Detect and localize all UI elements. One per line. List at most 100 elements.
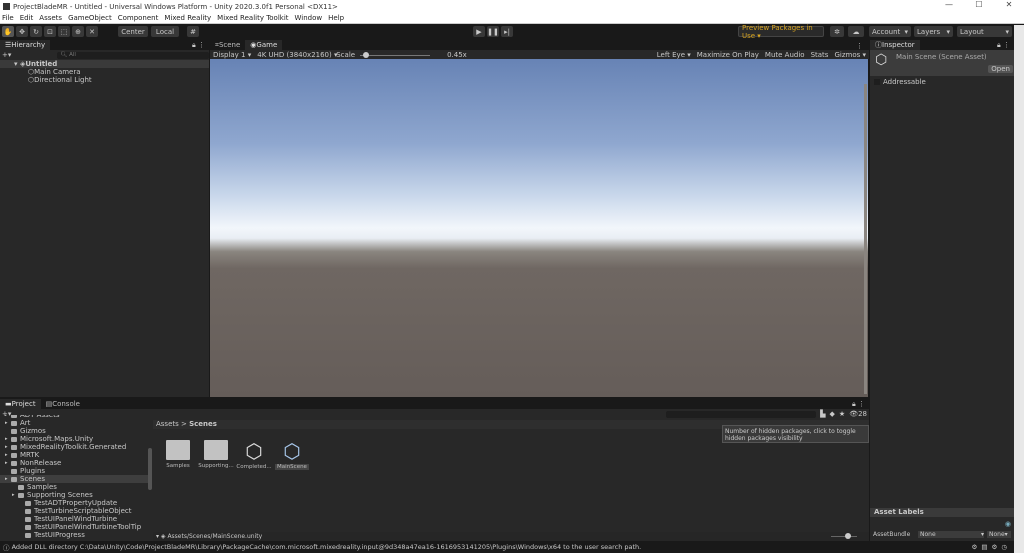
tab-scene[interactable]: ⌗ Scene bbox=[210, 40, 245, 50]
more-icon[interactable]: ⋮ bbox=[856, 42, 869, 50]
folder-icon bbox=[11, 428, 17, 434]
menu-assets[interactable]: Assets bbox=[39, 14, 62, 22]
scene-row[interactable]: ▾ ◈ Untitled bbox=[0, 60, 209, 68]
project-search-input[interactable] bbox=[666, 410, 817, 418]
variant-dropdown[interactable]: None▾ bbox=[987, 531, 1011, 538]
stats-toggle[interactable]: Stats bbox=[808, 51, 832, 59]
project-tree-item[interactable]: ▸ NonRelease bbox=[0, 459, 148, 467]
tab-hierarchy[interactable]: ☰ Hierarchy bbox=[0, 40, 51, 50]
maximize-button[interactable]: ☐ bbox=[964, 0, 994, 9]
mute-audio-toggle[interactable]: Mute Audio bbox=[762, 51, 808, 59]
addressable-checkbox[interactable] bbox=[874, 78, 880, 85]
favorite-icon[interactable]: ★ bbox=[839, 410, 845, 418]
rect-tool-icon[interactable]: ⬚ bbox=[58, 26, 70, 37]
custom-tool-icon[interactable]: ✕ bbox=[86, 26, 98, 37]
display-dropdown[interactable]: Display 1 ▾ bbox=[210, 51, 254, 59]
asset-item[interactable]: ⬡ Completed... bbox=[234, 440, 274, 470]
tree-item-label: MixedRealityToolkit.Generated bbox=[20, 443, 127, 451]
layout-dropdown[interactable]: Layout ▾ bbox=[957, 26, 1012, 37]
grid-snap-icon[interactable]: # bbox=[187, 26, 199, 37]
project-tree-item[interactable]: TestUIPanelWindTurbine bbox=[0, 515, 148, 523]
game-viewport[interactable] bbox=[210, 59, 868, 397]
search-by-label-icon[interactable]: ◆ bbox=[830, 410, 835, 418]
hidden-packages-button[interactable]: 👁︎28 bbox=[849, 410, 867, 418]
variant-value: None bbox=[989, 531, 1005, 538]
collab-icon[interactable]: ✲ bbox=[830, 26, 844, 37]
open-button[interactable]: Open bbox=[988, 65, 1013, 73]
layers-dropdown[interactable]: Layers ▾ bbox=[914, 26, 953, 37]
project-tree-item[interactable]: TestUIProgress bbox=[0, 531, 148, 539]
hand-tool-icon[interactable]: ✋ bbox=[2, 26, 14, 37]
project-tree-item[interactable]: Plugins bbox=[0, 467, 148, 475]
project-tree-item[interactable]: ▸ MRTK bbox=[0, 451, 148, 459]
cloud-icon[interactable]: ☁ bbox=[848, 26, 864, 37]
status-bar[interactable]: ⓘ Added DLL directory C:\Data\Unity\Code… bbox=[0, 541, 1014, 553]
hierarchy-item[interactable]: ⬡ Directional Light bbox=[0, 76, 209, 84]
project-tree-item[interactable]: ▸ Art bbox=[0, 419, 148, 427]
pivot-local-button[interactable]: Local bbox=[151, 26, 179, 37]
gizmos-dropdown[interactable]: Gizmos ▾ bbox=[831, 51, 869, 59]
menu-component[interactable]: Component bbox=[118, 14, 159, 22]
step-button[interactable]: ▸| bbox=[501, 26, 513, 37]
tree-scrollbar[interactable] bbox=[148, 448, 152, 490]
project-tree-item[interactable]: Gizmos bbox=[0, 427, 148, 435]
lock-icon[interactable]: 🔒︎ ⋮ bbox=[852, 400, 869, 409]
hierarchy-item[interactable]: ⬡ Main Camera bbox=[0, 68, 209, 76]
maximize-on-play-toggle[interactable]: Maximize On Play bbox=[694, 51, 762, 59]
minimize-button[interactable]: — bbox=[934, 0, 964, 9]
asset-item[interactable]: ⬡ MainScene bbox=[272, 440, 312, 470]
label-tag-icon[interactable]: ◉ bbox=[1005, 520, 1011, 528]
assetbundle-dropdown[interactable]: None ▾ bbox=[918, 531, 984, 538]
project-tree-item[interactable]: ▸ Scenes bbox=[0, 475, 148, 483]
pause-button[interactable]: ❚❚ bbox=[487, 26, 499, 37]
tab-inspector[interactable]: ⓘ Inspector bbox=[870, 40, 920, 50]
menu-mixed-reality[interactable]: Mixed Reality bbox=[164, 14, 211, 22]
folder-icon bbox=[11, 476, 17, 482]
tab-console[interactable]: ▤ Console bbox=[41, 399, 85, 409]
resolution-dropdown[interactable]: 4K UHD (3840x2160) ▾ bbox=[254, 50, 337, 59]
rotate-tool-icon[interactable]: ↻ bbox=[30, 26, 42, 37]
move-tool-icon[interactable]: ✥ bbox=[16, 26, 28, 37]
project-tree-item[interactable]: ▸ MixedRealityToolkit.Generated bbox=[0, 443, 148, 451]
project-tree-item[interactable]: TestTurbineScriptableObject bbox=[0, 507, 148, 515]
scale-tool-icon[interactable]: ⊡ bbox=[44, 26, 56, 37]
game-scrollbar[interactable] bbox=[864, 84, 867, 394]
close-button[interactable]: ✕ bbox=[994, 0, 1024, 9]
project-tree-item[interactable]: TestUIPanelWindTurbineToolTip bbox=[0, 523, 148, 531]
transform-tool-icon[interactable]: ⊕ bbox=[72, 26, 84, 37]
project-tree-item[interactable]: ▸ Microsoft.Maps.Unity bbox=[0, 435, 148, 443]
hierarchy-search-input[interactable]: 🔍︎ All bbox=[57, 51, 209, 59]
menu-file[interactable]: File bbox=[2, 14, 14, 22]
icon-size-slider[interactable] bbox=[845, 533, 851, 539]
lock-icon[interactable]: 🔒︎ ⋮ bbox=[192, 41, 209, 50]
menu-mrtk[interactable]: Mixed Reality Toolkit bbox=[217, 14, 288, 22]
add-button[interactable]: +▾ bbox=[2, 51, 11, 59]
asset-item[interactable]: Samples bbox=[158, 440, 198, 469]
tab-game[interactable]: ◉ Game bbox=[245, 40, 283, 50]
folder-icon bbox=[11, 444, 17, 450]
preview-packages-button[interactable]: Preview Packages in Use ▾ bbox=[738, 24, 824, 40]
menu-window[interactable]: Window bbox=[295, 14, 323, 22]
tab-project[interactable]: ▬ Project bbox=[0, 399, 41, 409]
menu-gameobject[interactable]: GameObject bbox=[68, 14, 112, 22]
window-scrollbar[interactable] bbox=[1014, 25, 1024, 553]
project-tree-item[interactable]: TestADTPropertyUpdate bbox=[0, 499, 148, 507]
play-button[interactable]: ▶ bbox=[473, 26, 485, 37]
folder-icon bbox=[25, 524, 31, 530]
lock-icon[interactable]: 🔒︎ ⋮ bbox=[997, 41, 1014, 50]
menu-help[interactable]: Help bbox=[328, 14, 344, 22]
scale-slider[interactable] bbox=[360, 51, 431, 59]
menu-edit[interactable]: Edit bbox=[20, 14, 34, 22]
resolution-label: 4K UHD (3840x2160) bbox=[257, 50, 332, 59]
breadcrumb-assets[interactable]: Assets bbox=[156, 420, 179, 428]
account-dropdown[interactable]: Account ▾ bbox=[869, 26, 911, 37]
asset-label: MainScene bbox=[275, 464, 309, 470]
pivot-center-button[interactable]: Center bbox=[118, 26, 148, 37]
project-tree-item[interactable]: Samples bbox=[0, 483, 148, 491]
project-tree-item[interactable]: ▸ Supporting Scenes bbox=[0, 491, 148, 499]
breadcrumb-scenes[interactable]: Scenes bbox=[189, 420, 217, 428]
eye-dropdown[interactable]: Left Eye ▾ bbox=[654, 51, 694, 59]
search-by-type-icon[interactable]: ▙ bbox=[820, 410, 825, 418]
asset-item[interactable]: Supporting... bbox=[196, 440, 236, 469]
asset-label: Samples bbox=[166, 463, 190, 469]
